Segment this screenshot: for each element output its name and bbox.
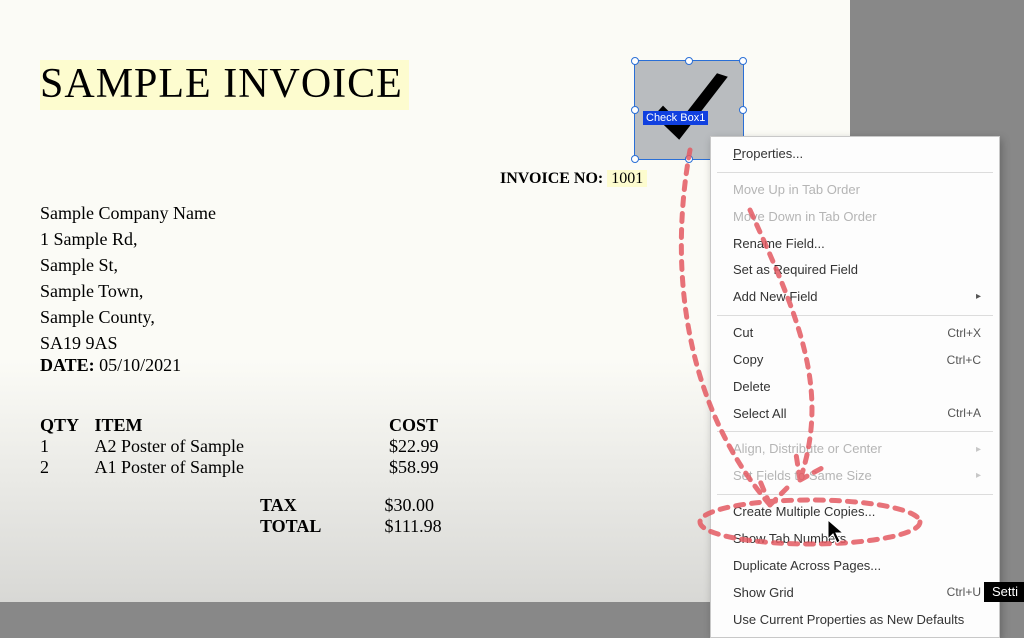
resize-handle[interactable] xyxy=(739,57,747,65)
menu-separator xyxy=(717,494,993,495)
document-title: SAMPLE INVOICE xyxy=(40,60,409,110)
address-company: Sample Company Name xyxy=(40,200,216,226)
shortcut-label: Ctrl+C xyxy=(947,352,981,369)
resize-handle[interactable] xyxy=(739,106,747,114)
address-postcode: SA19 9AS xyxy=(40,330,216,356)
cell-item: A2 Poster of Sample xyxy=(95,436,385,457)
shortcut-label: Ctrl+X xyxy=(947,325,981,342)
invoice-number-label: INVOICE NO: xyxy=(500,170,603,187)
menu-separator xyxy=(717,172,993,173)
total-label: TOTAL xyxy=(260,516,380,537)
menu-duplicate-across-pages[interactable]: Duplicate Across Pages... xyxy=(711,553,999,580)
menu-same-size: Set Fields to Same Size▸ xyxy=(711,463,999,490)
address-line1: 1 Sample Rd, xyxy=(40,226,216,252)
resize-handle[interactable] xyxy=(631,57,639,65)
menu-set-required[interactable]: Set as Required Field xyxy=(711,257,999,284)
cell-qty: 1 xyxy=(40,436,90,457)
chevron-right-icon: ▸ xyxy=(976,469,981,484)
cell-cost: $58.99 xyxy=(389,457,469,478)
date-row: DATE: 05/10/2021 xyxy=(40,355,181,376)
total-value: $111.98 xyxy=(385,516,465,537)
company-address: Sample Company Name 1 Sample Rd, Sample … xyxy=(40,200,216,357)
cell-qty: 2 xyxy=(40,457,90,478)
menu-move-down-tab-order: Move Down in Tab Order xyxy=(711,204,999,231)
menu-select-all[interactable]: Select AllCtrl+A xyxy=(711,401,999,428)
date-label: DATE: xyxy=(40,355,95,375)
menu-separator xyxy=(717,431,993,432)
date-value: 05/10/2021 xyxy=(99,355,181,375)
cell-item: A1 Poster of Sample xyxy=(95,457,385,478)
menu-separator xyxy=(717,315,993,316)
corner-overlay: Setti xyxy=(984,582,1024,602)
menu-use-current-defaults[interactable]: Use Current Properties as New Defaults xyxy=(711,607,999,634)
header-cost: COST xyxy=(389,415,469,436)
menu-create-multiple-copies[interactable]: Create Multiple Copies... xyxy=(711,499,999,526)
invoice-number-row: INVOICE NO: 1001 xyxy=(500,170,647,188)
address-line2: Sample St, xyxy=(40,252,216,278)
menu-show-tab-numbers[interactable]: Show Tab Numbers xyxy=(711,526,999,553)
table-row: 1 A2 Poster of Sample $22.99 xyxy=(40,436,469,457)
totals-block: TAX $30.00 TOTAL $111.98 xyxy=(260,495,465,537)
resize-handle[interactable] xyxy=(685,57,693,65)
menu-add-new-field[interactable]: Add New Field▸ xyxy=(711,284,999,311)
line-items-table: QTY ITEM COST 1 A2 Poster of Sample $22.… xyxy=(40,415,469,478)
invoice-number-value: 1001 xyxy=(607,170,647,187)
context-menu: Properties... Move Up in Tab Order Move … xyxy=(710,136,1000,638)
cell-cost: $22.99 xyxy=(389,436,469,457)
resize-handle[interactable] xyxy=(685,155,693,163)
cursor-arrow-icon xyxy=(826,519,846,545)
menu-properties[interactable]: Properties... xyxy=(711,141,999,168)
menu-cut[interactable]: CutCtrl+X xyxy=(711,320,999,347)
shortcut-label: Ctrl+A xyxy=(947,405,981,422)
address-county: Sample County, xyxy=(40,304,216,330)
header-item: ITEM xyxy=(95,415,385,436)
chevron-right-icon: ▸ xyxy=(976,290,981,305)
tax-label: TAX xyxy=(260,495,380,516)
menu-align-distribute: Align, Distribute or Center▸ xyxy=(711,436,999,463)
field-name-label: Check Box1 xyxy=(643,111,708,125)
menu-move-up-tab-order: Move Up in Tab Order xyxy=(711,177,999,204)
header-qty: QTY xyxy=(40,415,90,436)
resize-handle[interactable] xyxy=(631,155,639,163)
chevron-right-icon: ▸ xyxy=(976,443,981,458)
menu-rename-field[interactable]: Rename Field... xyxy=(711,231,999,258)
menu-show-grid[interactable]: Show GridCtrl+U xyxy=(711,580,999,607)
address-town: Sample Town, xyxy=(40,278,216,304)
table-row: 2 A1 Poster of Sample $58.99 xyxy=(40,457,469,478)
resize-handle[interactable] xyxy=(631,106,639,114)
menu-delete[interactable]: Delete xyxy=(711,374,999,401)
table-header-row: QTY ITEM COST xyxy=(40,415,469,436)
tax-value: $30.00 xyxy=(385,495,465,516)
menu-copy[interactable]: CopyCtrl+C xyxy=(711,347,999,374)
shortcut-label: Ctrl+U xyxy=(947,584,981,601)
